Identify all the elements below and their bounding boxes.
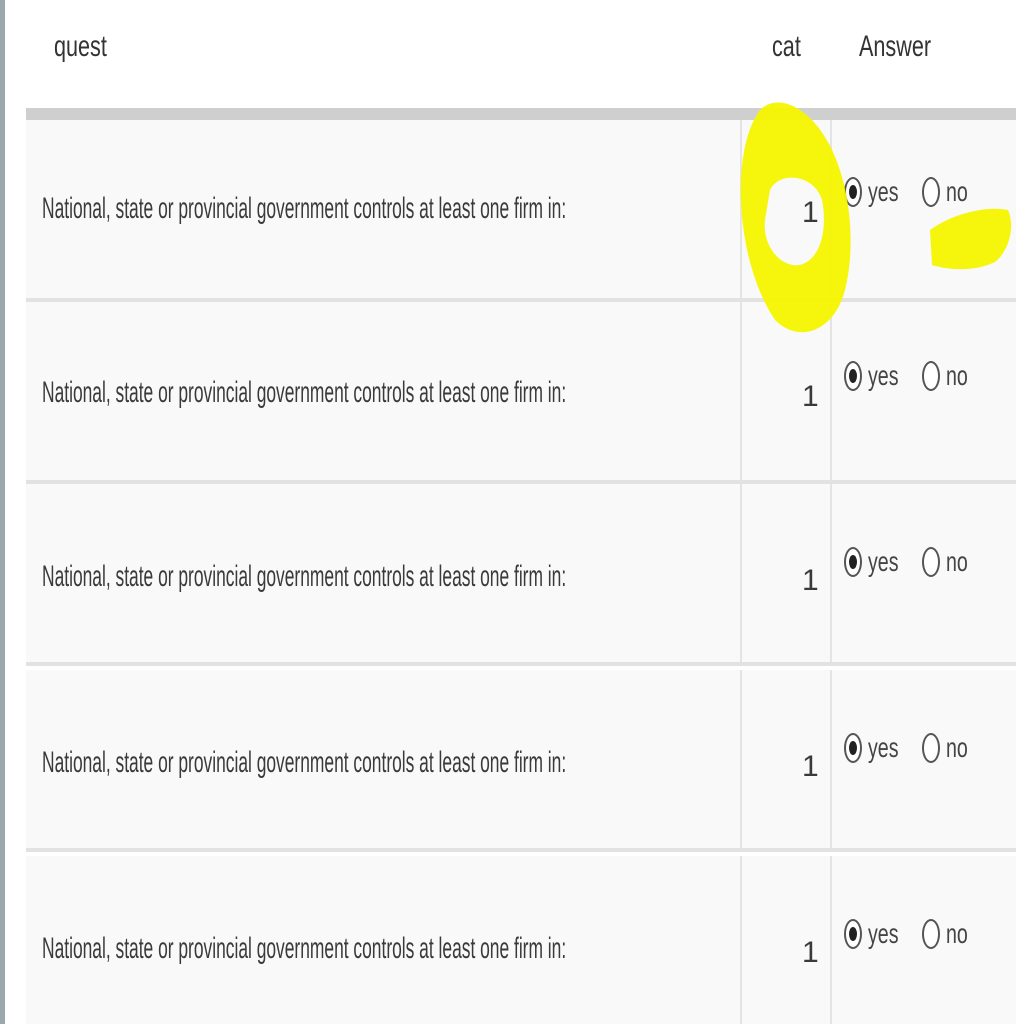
question-text: National, state or provincial government…	[42, 932, 567, 965]
table-row: National, state or provincial government…	[26, 120, 1016, 302]
question-text: National, state or provincial government…	[42, 560, 567, 593]
radio-yes[interactable]	[844, 177, 862, 207]
answer-radio-group: yes no	[844, 728, 987, 768]
radio-yes-label[interactable]: yes	[868, 732, 899, 764]
column-header-quest[interactable]: quest	[54, 30, 107, 64]
answer-radio-group: yes no	[844, 914, 987, 954]
radio-yes[interactable]	[844, 361, 862, 391]
radio-yes[interactable]	[844, 733, 862, 763]
left-border	[0, 0, 5, 1024]
column-header-answer[interactable]: Answer	[859, 30, 931, 64]
column-divider	[740, 484, 742, 662]
header-divider	[26, 108, 1016, 120]
radio-no-label[interactable]: no	[946, 546, 968, 578]
screenshot-frame: quest cat Answer National, state or prov…	[0, 0, 1024, 1024]
cat-value: 1	[802, 564, 819, 597]
radio-no-label[interactable]: no	[946, 176, 968, 208]
answer-radio-group: yes no	[844, 172, 987, 212]
answer-radio-group: yes no	[844, 356, 987, 396]
radio-no[interactable]	[921, 919, 940, 949]
radio-yes[interactable]	[844, 547, 862, 577]
column-header-cat[interactable]: cat	[772, 30, 801, 64]
question-table: quest cat Answer National, state or prov…	[26, 0, 1016, 1024]
radio-yes-label[interactable]: yes	[868, 918, 899, 950]
radio-yes[interactable]	[844, 919, 862, 949]
table-row: National, state or provincial government…	[26, 484, 1016, 666]
radio-yes-label[interactable]: yes	[868, 176, 899, 208]
answer-radio-group: yes no	[844, 542, 987, 582]
radio-yes-label[interactable]: yes	[868, 360, 899, 392]
question-text: National, state or provincial government…	[42, 376, 567, 409]
column-divider	[740, 302, 742, 480]
radio-yes-label[interactable]: yes	[868, 546, 899, 578]
column-divider	[740, 670, 742, 848]
column-divider	[830, 670, 832, 848]
column-divider	[830, 120, 832, 298]
radio-no[interactable]	[921, 361, 940, 391]
column-divider	[830, 484, 832, 662]
cat-value: 1	[802, 750, 819, 783]
radio-no[interactable]	[921, 547, 940, 577]
cat-value: 1	[802, 936, 819, 969]
radio-no[interactable]	[921, 177, 940, 207]
radio-no-label[interactable]: no	[946, 732, 968, 764]
cat-value: 1	[802, 196, 819, 229]
table-row: National, state or provincial government…	[26, 670, 1016, 852]
table-row: National, state or provincial government…	[26, 856, 1016, 1024]
column-divider	[740, 120, 742, 298]
column-divider	[740, 856, 742, 1024]
question-text: National, state or provincial government…	[42, 192, 567, 225]
radio-no[interactable]	[921, 733, 940, 763]
radio-no-label[interactable]: no	[946, 918, 968, 950]
question-text: National, state or provincial government…	[42, 746, 567, 779]
radio-no-label[interactable]: no	[946, 360, 968, 392]
table-header: quest cat Answer	[26, 0, 1016, 108]
table-row: National, state or provincial government…	[26, 302, 1016, 484]
cat-value: 1	[802, 380, 819, 413]
column-divider	[830, 302, 832, 480]
column-divider	[830, 856, 832, 1024]
